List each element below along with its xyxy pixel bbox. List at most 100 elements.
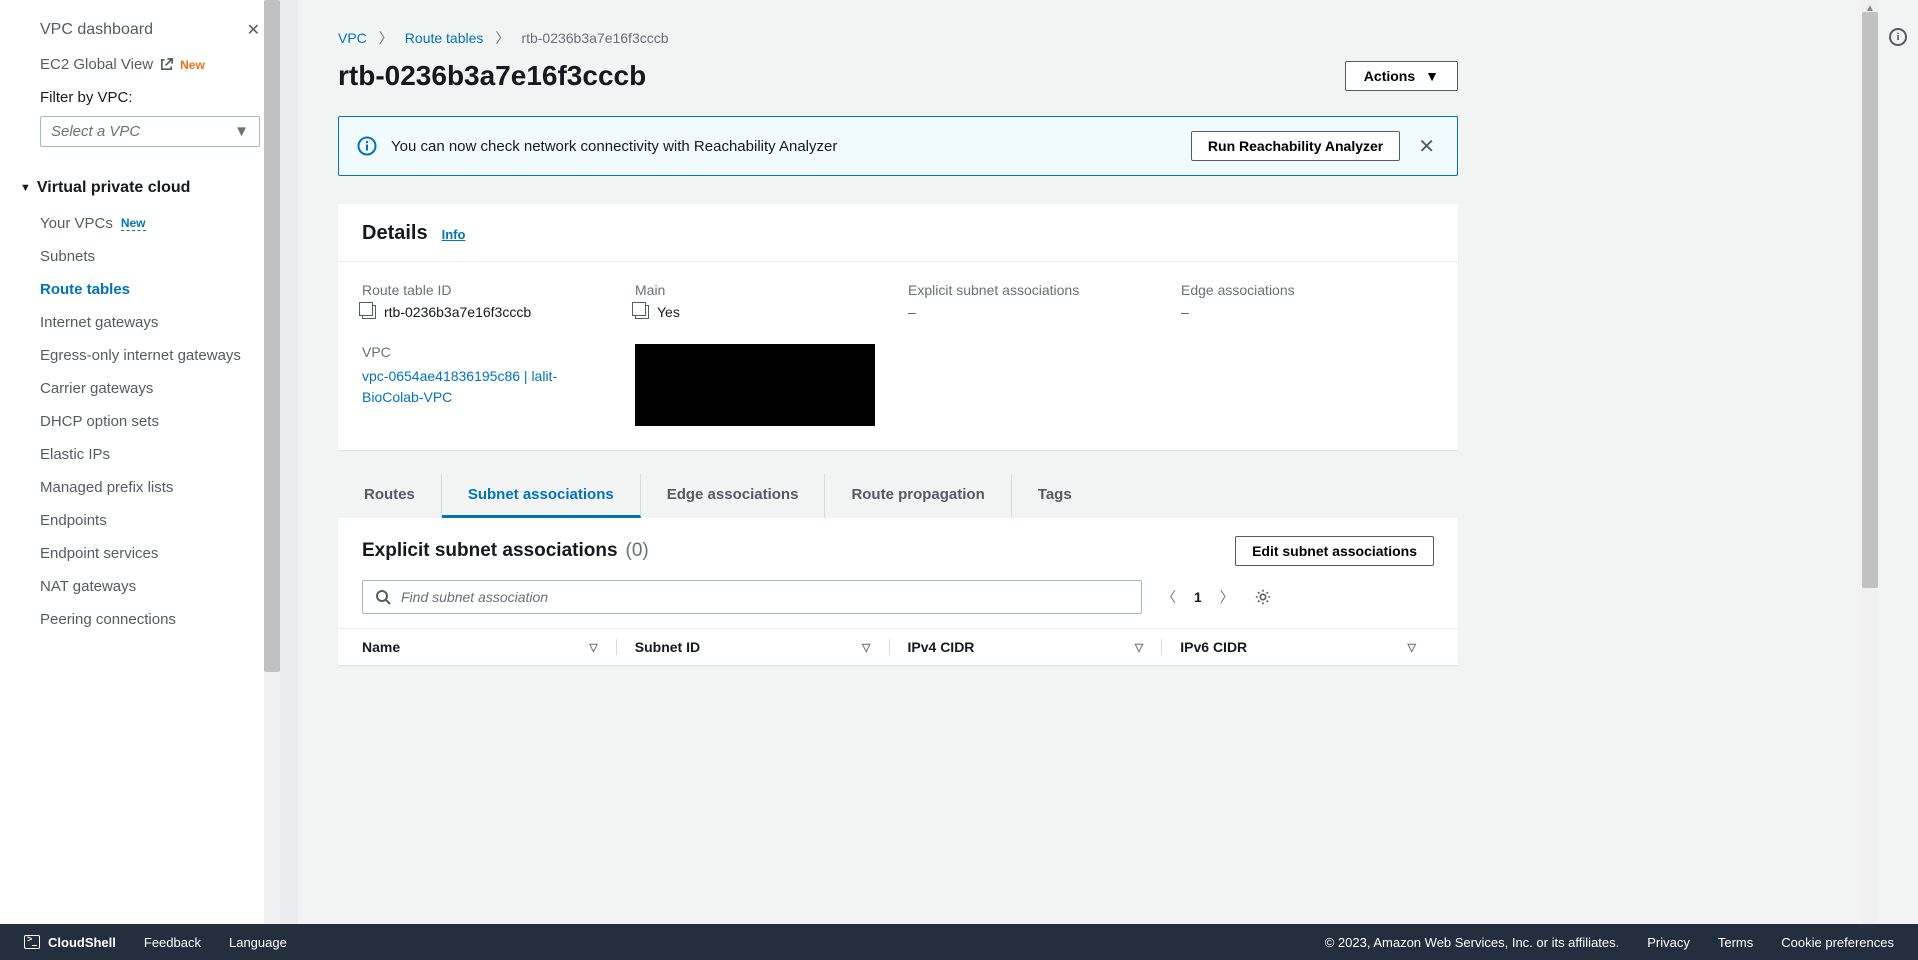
sort-icon: ▽ — [1408, 641, 1416, 654]
cookie-preferences-link[interactable]: Cookie preferences — [1781, 935, 1894, 950]
nav-route-tables[interactable]: Route tables — [0, 273, 280, 306]
vpc-select-placeholder: Select a VPC — [51, 123, 140, 140]
nav-label: Endpoints — [40, 512, 107, 529]
field-label: Route table ID — [362, 282, 615, 298]
search-icon — [375, 589, 391, 605]
chevron-down-icon: ▼ — [1425, 68, 1439, 84]
new-badge-inline: New — [121, 216, 146, 231]
info-panel-icon[interactable]: i — [1889, 28, 1907, 46]
actions-button[interactable]: Actions ▼ — [1345, 61, 1458, 91]
subnet-associations-card: Explicit subnet associations (0) Edit su… — [338, 518, 1458, 665]
field-value: – — [1181, 304, 1189, 320]
nav-carrier-gateways[interactable]: Carrier gateways — [0, 372, 280, 405]
column-label: Subnet ID — [635, 639, 700, 655]
vpc-dashboard-link[interactable]: VPC dashboard — [40, 21, 153, 39]
pane-divider[interactable] — [280, 0, 298, 960]
subnet-heading-text: Explicit subnet associations — [362, 540, 618, 562]
close-icon[interactable]: ✕ — [1414, 134, 1439, 159]
main-scrollbar[interactable]: ▲ ▼ — [1862, 0, 1878, 960]
nav-internet-gateways[interactable]: Internet gateways — [0, 306, 280, 339]
tab-tags[interactable]: Tags — [1012, 474, 1098, 518]
page-number: 1 — [1194, 589, 1202, 605]
subnet-heading: Explicit subnet associations (0) — [362, 540, 649, 562]
nav-nat-gateways[interactable]: NAT gateways — [0, 570, 280, 603]
sort-icon: ▽ — [1135, 641, 1143, 654]
field-value: – — [908, 304, 916, 320]
copy-icon[interactable] — [362, 305, 376, 319]
section-virtual-private-cloud[interactable]: ▼ Virtual private cloud — [0, 167, 280, 207]
run-reachability-analyzer-button[interactable]: Run Reachability Analyzer — [1191, 131, 1400, 161]
nav-endpoint-services[interactable]: Endpoint services — [0, 537, 280, 570]
nav-label: Elastic IPs — [40, 446, 110, 463]
page-title: rtb-0236b3a7e16f3cccb — [338, 60, 646, 92]
language-link[interactable]: Language — [229, 935, 287, 950]
cloudshell-icon — [24, 935, 40, 949]
info-link[interactable]: Info — [442, 227, 466, 242]
banner-text: You can now check network connectivity w… — [391, 138, 1177, 155]
nav-egress-only-igw[interactable]: Egress-only internet gateways — [0, 339, 280, 372]
field-explicit-subnet-assoc: Explicit subnet associations – — [908, 282, 1161, 320]
breadcrumb-vpc[interactable]: VPC — [338, 30, 367, 46]
gear-icon[interactable] — [1254, 588, 1272, 606]
sidebar-scroll-thumb[interactable] — [264, 0, 280, 672]
tab-edge-associations[interactable]: Edge associations — [641, 474, 826, 518]
nav-elastic-ips[interactable]: Elastic IPs — [0, 438, 280, 471]
nav-label: Subnets — [40, 248, 95, 265]
field-value: Yes — [657, 304, 680, 320]
column-subnet-id[interactable]: Subnet ID ▽ — [617, 639, 890, 655]
nav-endpoints[interactable]: Endpoints — [0, 504, 280, 537]
main-scroll-thumb[interactable] — [1862, 12, 1878, 588]
subnet-search-input[interactable] — [401, 589, 1129, 605]
nav-label: NAT gateways — [40, 578, 136, 595]
page-prev-icon[interactable]: 〈 — [1162, 587, 1176, 607]
breadcrumb-route-tables[interactable]: Route tables — [405, 30, 484, 46]
close-icon[interactable]: ✕ — [247, 20, 260, 40]
ec2-global-view-link[interactable]: EC2 Global View — [40, 56, 153, 73]
field-route-table-id: Route table ID rtb-0236b3a7e16f3cccb — [362, 282, 615, 320]
external-link-icon — [159, 57, 174, 72]
cloudshell-label: CloudShell — [48, 935, 116, 950]
nav-label: Route tables — [40, 281, 130, 298]
nav-subnets[interactable]: Subnets — [0, 240, 280, 273]
page-next-icon[interactable]: 〉 — [1220, 587, 1234, 607]
nav-managed-prefix-lists[interactable]: Managed prefix lists — [0, 471, 280, 504]
details-card: Details Info Route table ID rtb-0236b3a7… — [338, 204, 1458, 450]
details-heading: Details — [362, 222, 428, 245]
nav-your-vpcs[interactable]: Your VPCs New — [0, 207, 280, 240]
nav-label: Your VPCs — [40, 215, 113, 232]
field-label: Explicit subnet associations — [908, 282, 1161, 298]
vpc-link[interactable]: vpc-0654ae41836195c86 | lalit-BioColab-V… — [362, 368, 557, 405]
vpc-select[interactable]: Select a VPC ▼ — [40, 116, 260, 147]
actions-label: Actions — [1364, 68, 1415, 84]
field-edge-assoc: Edge associations – — [1181, 282, 1434, 320]
tab-routes[interactable]: Routes — [338, 474, 442, 518]
nav-label: Egress-only internet gateways — [40, 347, 241, 364]
privacy-link[interactable]: Privacy — [1647, 935, 1690, 950]
edit-subnet-associations-button[interactable]: Edit subnet associations — [1235, 536, 1434, 566]
feedback-link[interactable]: Feedback — [144, 935, 201, 950]
terms-link[interactable]: Terms — [1718, 935, 1753, 950]
footer: CloudShell Feedback Language © 2023, Ama… — [0, 924, 1918, 960]
sidebar-scrollbar[interactable]: ▲ ▼ — [264, 0, 280, 960]
tabs: Routes Subnet associations Edge associat… — [338, 474, 1458, 518]
nav-label: DHCP option sets — [40, 413, 159, 430]
nav-label: Internet gateways — [40, 314, 158, 331]
field-label: Edge associations — [1181, 282, 1434, 298]
info-icon — [357, 136, 377, 156]
sort-icon: ▽ — [589, 641, 597, 654]
subnet-search[interactable] — [362, 580, 1142, 614]
nav-dhcp-option-sets[interactable]: DHCP option sets — [0, 405, 280, 438]
cloudshell-button[interactable]: CloudShell — [24, 935, 116, 950]
nav-label: Carrier gateways — [40, 380, 153, 397]
column-name[interactable]: Name ▽ — [362, 639, 617, 655]
copy-icon[interactable] — [635, 305, 649, 319]
column-ipv6-cidr[interactable]: IPv6 CIDR ▽ — [1162, 639, 1434, 655]
tab-route-propagation[interactable]: Route propagation — [825, 474, 1011, 518]
tab-subnet-associations[interactable]: Subnet associations — [442, 474, 641, 518]
pager: 〈 1 〉 — [1162, 587, 1234, 607]
column-ipv4-cidr[interactable]: IPv4 CIDR ▽ — [890, 639, 1163, 655]
nav-peering-connections[interactable]: Peering connections — [0, 603, 280, 636]
filter-by-vpc-label: Filter by VPC: — [0, 81, 280, 112]
caret-down-icon: ▼ — [20, 182, 31, 194]
sort-icon: ▽ — [862, 641, 870, 654]
